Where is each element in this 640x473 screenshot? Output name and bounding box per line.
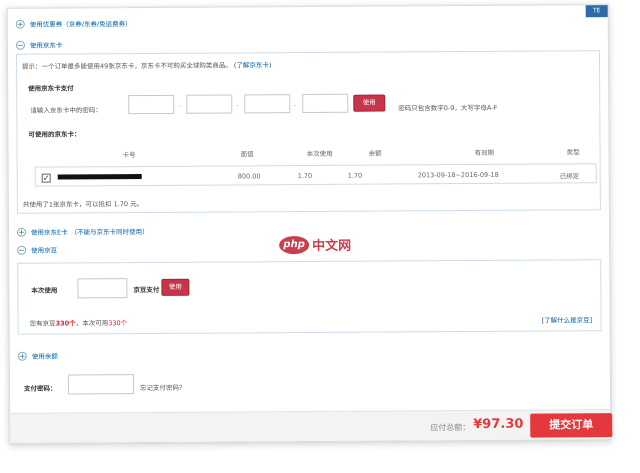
use-beans-button[interactable]: 使用 [161, 278, 190, 296]
card-password-field-4[interactable] [302, 93, 349, 114]
amount-due-label: 应付总额： [430, 423, 471, 433]
cell-validity: 2013-09-18~2016-09-18 [417, 170, 499, 180]
separator: - [178, 101, 181, 110]
beans-info-prefix: 您有京豆 [29, 319, 56, 328]
card-password-field-2[interactable] [186, 94, 233, 114]
beans-info-mid: ，本次可用 [75, 319, 109, 328]
col-use: 本次使用 [306, 149, 333, 159]
table-row[interactable]: ✓ 800.00 1.70 1.70 2013-09-18~2016-09-18… [34, 163, 597, 187]
section-coupon-title: 使用优惠券（京券/东券/免运费券） [29, 20, 132, 29]
collapse-icon: − [15, 40, 25, 50]
collapse-tab[interactable]: TE [585, 5, 608, 18]
submit-order-button[interactable]: 提交订单 [530, 413, 613, 438]
jd-card-hint: 提示：一个订单最多能使用49张京东卡，京东卡不可购买全球购类商品。 (了解京东卡… [22, 59, 271, 71]
col-balance: 余额 [368, 149, 382, 158]
beans-pay-label: 京豆支付 [133, 285, 160, 295]
section-beans-title: 使用京豆 [31, 246, 58, 255]
separator: - [236, 101, 239, 110]
section-e-card-note: （不能与京东卡同时使用） [70, 227, 149, 237]
beans-use-label: 本次使用 [31, 286, 58, 295]
use-card-button[interactable]: 使用 [353, 94, 386, 112]
section-jd-card[interactable]: − 使用京东卡 [15, 40, 63, 50]
watermark-logo: php [279, 235, 310, 254]
order-panel: TE + 使用优惠券（京券/东券/免运费券） − 使用京东卡 提示：一个订单最多… [6, 4, 613, 444]
cell-balance: 1.70 [347, 171, 363, 180]
learn-beans-link[interactable]: [了解什么是京豆] [542, 314, 593, 324]
separator: - [294, 101, 297, 110]
col-validity: 有效期 [474, 148, 495, 157]
col-type: 类型 [566, 148, 580, 157]
pay-with-card-label: 使用京东卡支付 [28, 84, 74, 93]
card-password-field-1[interactable] [128, 94, 175, 115]
collapse-icon: − [17, 245, 27, 255]
section-beans[interactable]: − 使用京豆 [17, 245, 57, 255]
card-password-field-3[interactable] [244, 94, 291, 114]
order-footer: 应付总额： ¥97.30 提交订单 [10, 409, 613, 443]
section-coupon[interactable]: + 使用优惠券（京券/东券/免运费券） [15, 18, 132, 29]
section-balance-title: 使用余额 [31, 352, 58, 361]
section-jd-card-title: 使用京东卡 [29, 41, 63, 50]
watermark-text: 中文网 [312, 238, 352, 254]
pay-password-label: 支付密码： [23, 384, 57, 393]
section-balance[interactable]: + 使用余额 [17, 351, 58, 361]
cell-use: 1.70 [297, 171, 313, 181]
cell-type: 已绑定 [559, 172, 580, 181]
pay-password-input[interactable] [67, 374, 135, 395]
watermark: php 中文网 [279, 235, 351, 254]
col-card-no: 卡号 [122, 151, 136, 160]
expand-icon: + [17, 351, 27, 361]
card-usage-summary: 共使用了1张京东卡，可以抵扣 1.70 元。 [22, 200, 144, 209]
password-prompt: 请输入京东卡中的密码： [30, 106, 102, 115]
expand-icon: + [17, 227, 27, 237]
beans-total: 330个 [55, 319, 76, 328]
redacted-card-number [57, 174, 142, 180]
jd-card-box [15, 50, 601, 214]
expand-icon: + [15, 19, 25, 29]
hint-text: 提示：一个订单最多能使用49张京东卡，京东卡不可购买全球购类商品。 [22, 61, 232, 71]
cell-face: 800.00 [237, 172, 261, 181]
section-e-card-title: 使用京东E卡 [31, 228, 68, 237]
learn-jd-card-link[interactable]: (了解京东卡) [234, 61, 272, 69]
available-cards-label: 可使用的京东卡： [28, 130, 81, 139]
section-e-card[interactable]: + 使用京东E卡 （不能与京东卡同时使用） [17, 226, 149, 237]
password-format-tip: 密码只包含数字0-9，大写字母A-F [398, 103, 498, 113]
forgot-password-link[interactable]: 忘记支付密码？ [140, 382, 186, 392]
card-checkbox[interactable]: ✓ [41, 173, 51, 183]
beans-balance-info: 您有京豆330个，本次可用330个 [30, 317, 128, 328]
beans-amount-input[interactable] [77, 278, 128, 299]
amount-due-value: ¥97.30 [473, 416, 524, 433]
col-face: 面值 [240, 150, 254, 159]
beans-available: 330个 [108, 319, 128, 328]
